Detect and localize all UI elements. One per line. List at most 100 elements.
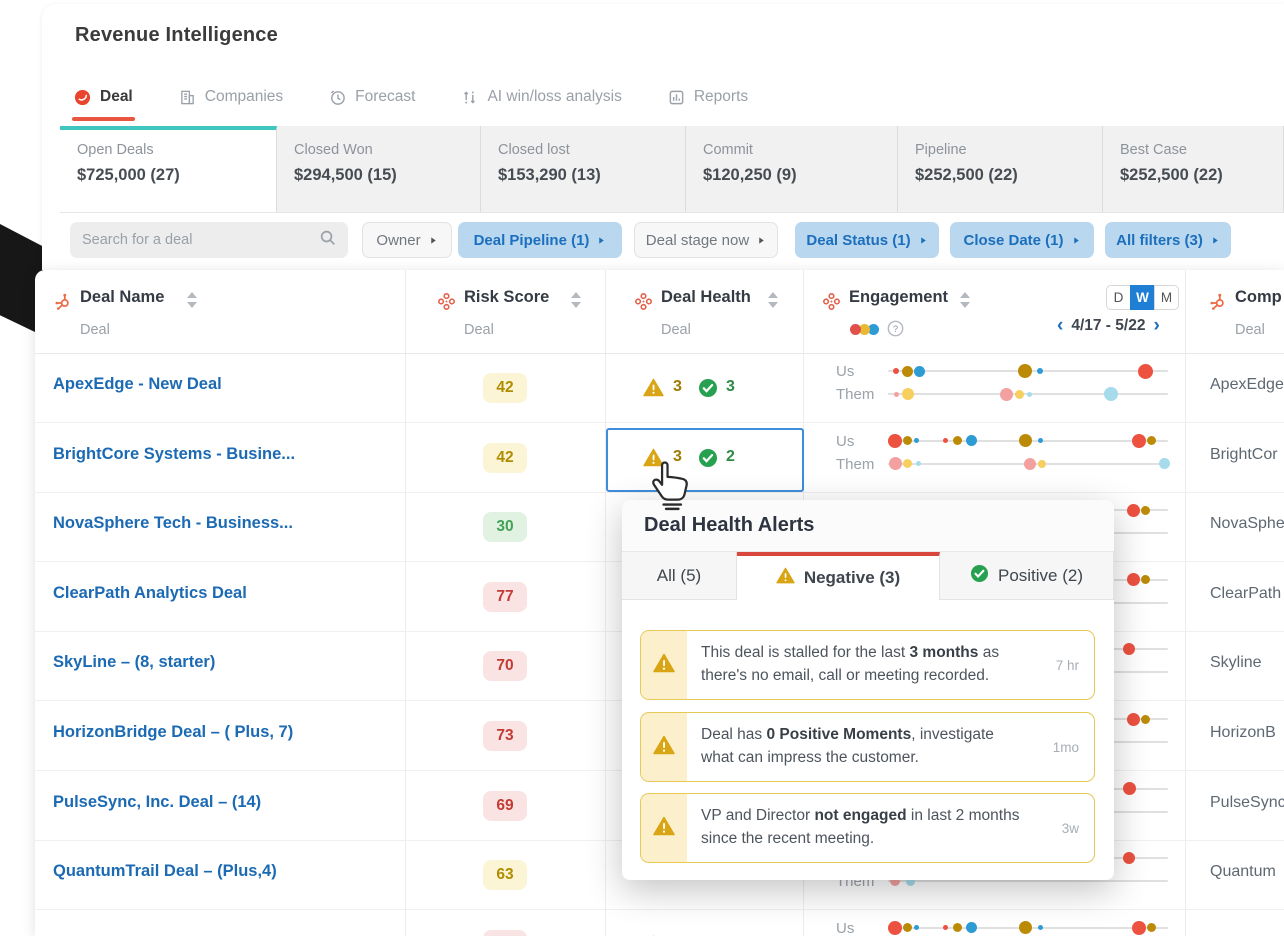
summary-card-closed-won[interactable]: Closed Won $294,500 (15) <box>277 126 481 212</box>
company-name: ClearPath <box>1210 584 1282 602</box>
popup-title: Deal Health Alerts <box>644 514 815 536</box>
engagement-dot <box>1026 391 1032 397</box>
card-value: $294,500 (15) <box>294 166 397 184</box>
granularity-m-button[interactable]: M <box>1154 285 1179 310</box>
column-subtitle: Deal <box>80 322 110 338</box>
card-label: Open Deals <box>77 142 154 158</box>
sort-icon[interactable] <box>187 291 199 309</box>
deal-name-link[interactable]: SkyLine – (8, starter) <box>53 653 215 672</box>
reports-icon <box>668 89 685 106</box>
deal-health-alerts-popup: Deal Health Alerts All (5) Negative (3) Po… <box>622 500 1114 880</box>
summary-card-best-case[interactable]: Best Case $252,500 (22) <box>1103 126 1284 212</box>
engagement-dot <box>1132 433 1146 448</box>
engagement-date-nav: ‹ 4/17 - 5/22 › <box>1057 316 1160 335</box>
engagement-dot <box>1126 712 1140 726</box>
deal-name-link[interactable]: BrightCore Systems - Busine... <box>53 445 295 464</box>
tab-companies[interactable]: Companies <box>179 88 283 106</box>
deal-name-link[interactable]: PulseSync, Inc. Deal – (14) <box>53 793 261 812</box>
engagement-us-label: Us <box>836 363 855 380</box>
risk-score-badge[interactable]: 42 <box>483 442 527 473</box>
alert-timestamp: 7 hr <box>1055 658 1079 673</box>
popup-tab-positive-2-[interactable]: Positive (2) <box>940 552 1114 599</box>
crm-flower-icon <box>822 292 841 316</box>
engagement-dot <box>1122 782 1136 796</box>
granularity-d-button[interactable]: D <box>1106 285 1131 310</box>
popup-tab-all-5-[interactable]: All (5) <box>622 552 737 599</box>
risk-score-badge[interactable]: 42 <box>483 373 527 403</box>
card-value: $252,500 (22) <box>915 166 1018 184</box>
tab-label: Companies <box>204 88 284 105</box>
engagement-dot <box>1018 921 1032 935</box>
column-subtitle: Deal <box>1235 322 1265 338</box>
deal-name-link[interactable]: QuantumTrail Deal – (Plus,4) <box>53 862 277 881</box>
warning-icon <box>653 653 675 678</box>
sort-icon[interactable] <box>960 291 972 309</box>
summary-cards-strip: Open Deals $725,000 (27) Closed Won $294,… <box>60 126 1284 213</box>
granularity-w-button[interactable]: W <box>1130 285 1155 310</box>
deal-name-link[interactable]: ClearPath Analytics Deal <box>53 584 247 603</box>
filter-chip-close-date-1-[interactable]: Close Date (1) <box>950 222 1094 258</box>
risk-score-badge[interactable]: 73 <box>483 721 527 751</box>
forecast-clock-icon <box>329 89 346 106</box>
alert-timestamp: 3w <box>1061 821 1079 836</box>
tab-forecast[interactable]: Forecast <box>329 88 415 106</box>
column-subtitle: Deal <box>464 322 494 338</box>
engagement-dot <box>942 925 948 931</box>
summary-card-open-deals[interactable]: Open Deals $725,000 (27) <box>60 126 277 212</box>
risk-score-badge[interactable]: 77 <box>483 581 527 612</box>
tab-reports[interactable]: Reports <box>668 88 748 106</box>
deal-name-link[interactable]: HorizonBridge Deal – ( Plus, 7) <box>53 723 293 742</box>
deal-name-link[interactable]: ApexEdge - New Deal <box>53 375 222 394</box>
engagement-dot <box>1123 643 1135 656</box>
selected-deal-health-cell[interactable] <box>606 428 804 492</box>
engagement-dot <box>893 391 899 397</box>
chevron-right-icon <box>597 232 606 249</box>
next-period-icon[interactable]: › <box>1153 316 1159 335</box>
chip-label: Deal Status (1) <box>806 231 911 249</box>
deal-name-link[interactable]: NovaSphere Tech - Business... <box>53 514 293 533</box>
engagement-dot <box>1132 920 1146 935</box>
risk-score-badge[interactable]: 30 <box>483 512 527 543</box>
filter-chip-deal-pipeline-1-[interactable]: Deal Pipeline (1) <box>458 222 622 258</box>
crm-flower-icon <box>634 292 653 316</box>
engagement-dot <box>1018 434 1032 448</box>
search-placeholder: Search for a deal <box>82 232 193 248</box>
tab-ai-win-loss-analysis[interactable]: AI win/loss analysis <box>461 88 622 106</box>
engagement-dot <box>1146 923 1156 933</box>
filter-chip-all-filters-3-[interactable]: All filters (3) <box>1105 222 1231 258</box>
risk-score-badge[interactable]: 63 <box>483 860 527 891</box>
sort-icon[interactable] <box>571 291 583 309</box>
risk-score-badge[interactable]: 70 <box>483 651 527 682</box>
filter-chip-deal-status-1-[interactable]: Deal Status (1) <box>795 222 939 258</box>
chip-label: Deal Pipeline (1) <box>473 231 590 249</box>
engagement-dot <box>1037 925 1043 931</box>
sort-icon[interactable] <box>768 291 780 309</box>
risk-score-badge[interactable]: 69 <box>483 790 527 821</box>
card-label: Commit <box>703 142 753 158</box>
summary-card-commit[interactable]: Commit $120,250 (9) <box>686 126 898 212</box>
engagement-dot <box>965 922 977 934</box>
filter-chip-deal-stage-now[interactable]: Deal stage now <box>634 222 778 258</box>
prev-period-icon[interactable]: ‹ <box>1057 316 1063 335</box>
engagement-us-label: Us <box>836 432 855 450</box>
engagement-us-label: Us <box>836 919 855 936</box>
engagement-dot <box>999 387 1013 401</box>
tab-label: AI win/loss analysis <box>487 88 622 105</box>
alert-stripe <box>641 794 687 862</box>
popup-tab-negative-3-[interactable]: Negative (3) <box>737 552 940 600</box>
popup-header: Deal Health Alerts <box>622 500 1114 552</box>
engagement-dot <box>952 923 962 933</box>
help-icon[interactable]: ? <box>887 320 904 342</box>
engagement-dot <box>902 436 912 446</box>
search-input[interactable]: Search for a deal <box>70 222 348 258</box>
alert-text: VP and Director not engaged in last 2 mo… <box>701 807 1020 848</box>
summary-card-closed-lost[interactable]: Closed lost $153,290 (13) <box>481 126 686 212</box>
svg-text:?: ? <box>893 324 898 335</box>
risk-score-badge[interactable] <box>483 929 527 936</box>
tab-label: Reports <box>693 88 749 105</box>
warning-icon <box>643 378 664 402</box>
card-value: $153,290 (13) <box>498 166 601 184</box>
summary-card-pipeline[interactable]: Pipeline $252,500 (22) <box>898 126 1103 212</box>
filter-chip-owner[interactable]: Owner <box>362 222 452 258</box>
tab-deal[interactable]: Deal <box>72 88 135 121</box>
